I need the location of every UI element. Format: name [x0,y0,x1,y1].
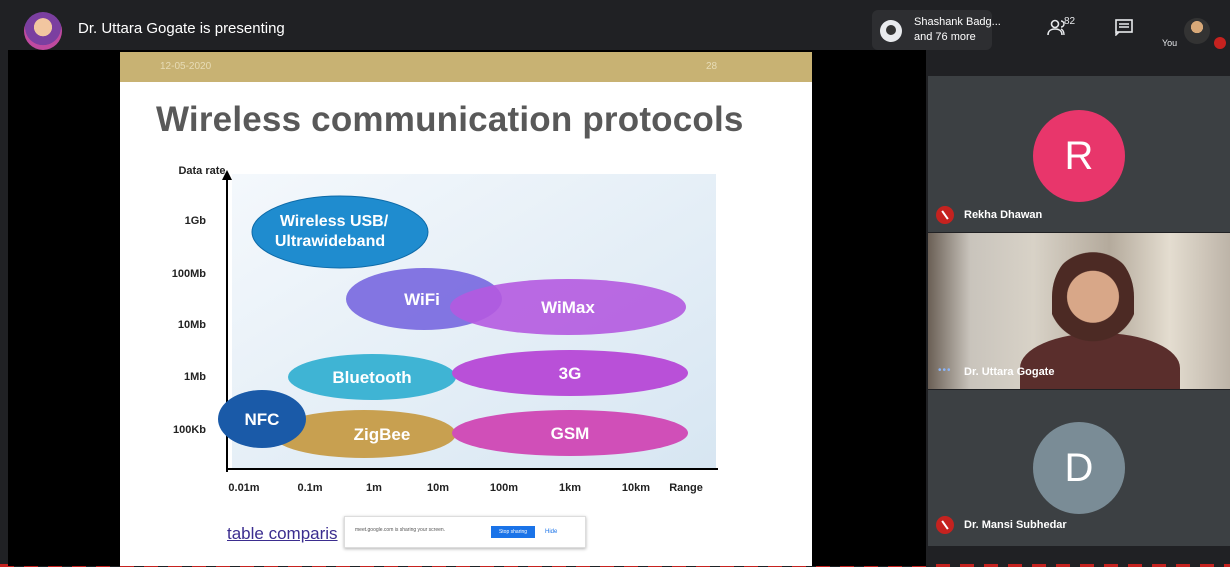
presenter-avatar [24,12,62,50]
participants-chip-more: and 76 more [914,31,976,43]
presented-slide: 12-05-2020 28 Wireless communication pro… [120,52,812,566]
bubble-label-wireless-usb-line1: Wireless USB/ [280,213,389,230]
participant-name: Rekha Dhawan [964,209,1043,221]
participants-chip-name: Shashank Badg... [914,16,1001,28]
table-comparison-link[interactable]: table comparis [227,524,338,544]
x-tick-label: 1m [366,482,382,494]
video-person-head [1052,251,1134,355]
you-label: You [1162,38,1178,48]
protocol-diagram: Data rate 1Gb 100Mb 10Mb 1Mb 100Kb 0.01m… [172,165,718,494]
x-tick-label: 10m [427,482,449,494]
bubble-label-nfc: NFC [245,410,280,429]
participant-chip-avatar [880,20,902,42]
bubble-label-gsm: GSM [551,424,590,443]
chat-icon-glyph [1115,19,1133,37]
mic-off-icon [936,516,954,534]
hide-button[interactable]: Hide [545,526,557,538]
slide-header-band: 12-05-2020 28 [120,52,812,82]
y-tick-label: 100Mb [172,268,207,280]
people-count: 82 [1064,16,1076,27]
participant-name: Dr. Uttara Gogate [964,366,1055,378]
x-tick-label: 10km [622,482,650,494]
participant-name: Dr. Mansi Subhedar [964,519,1067,531]
x-axis-label-range: Range [669,482,703,494]
slide-date: 12-05-2020 [160,61,212,72]
chat-icon[interactable] [1110,18,1138,44]
bubble-wireless-usb [251,195,429,269]
screen-share-bar: meet.google.com is sharing your screen. … [344,516,586,548]
y-tick-label: 100Kb [173,424,206,436]
mic-off-icon [936,206,954,224]
mic-off-icon [1214,37,1226,49]
stop-sharing-button[interactable]: Stop sharing [491,526,535,538]
participant-avatar: D [1033,422,1125,514]
bubble-label-zigbee: ZigBee [354,425,411,444]
y-tick-label: 1Mb [184,371,206,383]
y-axis-label-data: Data rate [178,165,225,177]
participant-tile-rekha[interactable]: R Rekha Dhawan [928,76,1230,232]
bubble-label-3g: 3G [559,364,582,383]
slide-title: Wireless communication protocols [156,100,744,139]
y-tick-label: 10Mb [178,319,206,331]
x-tick-label: 1km [559,482,581,494]
participant-tile-uttara[interactable]: ••• Dr. Uttara Gogate [928,233,1230,389]
self-avatar[interactable] [1184,18,1210,44]
x-tick-label: 0.01m [228,482,259,494]
share-status-text: meet.google.com is sharing your screen. [355,527,446,533]
participants-chip[interactable]: Shashank Badg... and 76 more [872,10,1001,50]
x-tick-label: 0.1m [297,482,322,494]
bubble-label-wireless-usb-line2: Ultrawideband [275,233,385,250]
x-tick-label: 100m [490,482,518,494]
bubble-label-wimax: WiMax [541,298,595,317]
bubble-label-bluetooth: Bluetooth [332,368,411,387]
speaking-indicator-icon: ••• [938,365,952,376]
participant-avatar: R [1033,110,1125,202]
bubble-label-wifi: WiFi [404,290,440,309]
presenting-title: Dr. Uttara Gogate is presenting [78,20,285,37]
y-tick-label: 1Gb [185,215,207,227]
slide-number: 28 [706,61,718,72]
participant-tile-mansi[interactable]: D Dr. Mansi Subhedar [928,390,1230,546]
